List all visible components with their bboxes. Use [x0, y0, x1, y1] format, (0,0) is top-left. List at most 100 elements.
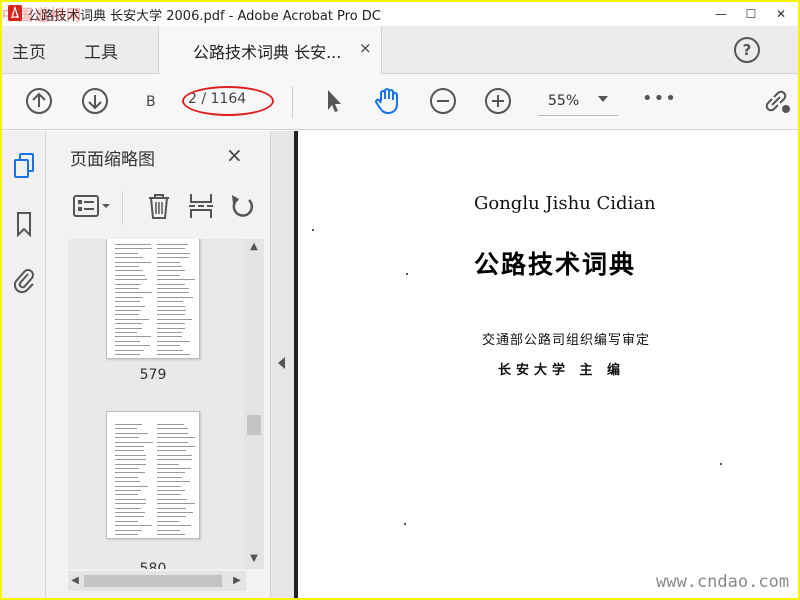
tools-tab[interactable]: 工具	[84, 38, 118, 63]
thumbnail-text-line	[157, 318, 192, 320]
thumbnail-text-line	[157, 472, 185, 474]
thumbnail-text-line	[115, 266, 140, 267]
scan-speck	[312, 229, 314, 231]
pinyin-title: Gonglu Jishu Cidian	[474, 193, 656, 214]
scroll-up-icon[interactable]: ▲	[244, 241, 264, 252]
thumbnail-text-line	[157, 288, 190, 289]
panel-title: 页面缩略图	[70, 150, 155, 170]
rotate-page-icon[interactable]	[228, 191, 258, 221]
prev-page-icon[interactable]	[24, 86, 54, 116]
editor-credit: 交通部公路司组织编写审定	[482, 333, 651, 348]
thumbnail-text-line	[157, 327, 186, 329]
thumbnail-text-line	[115, 270, 143, 272]
thumbnail-text-line	[157, 437, 195, 439]
scroll-left-icon[interactable]: ◀	[68, 575, 82, 586]
thumbnail-text-line	[115, 441, 153, 443]
maximize-button[interactable]: ☐	[736, 2, 766, 26]
page-label-prefix: B	[146, 94, 156, 110]
thumbnail-text-line	[115, 437, 140, 439]
thumbnail-text-line	[115, 279, 147, 281]
close-panel-button[interactable]: ×	[226, 143, 243, 167]
thumbnail-text-line	[157, 340, 191, 342]
thumbnail-text-line	[115, 248, 152, 250]
thumbnail-text-line	[157, 450, 186, 452]
thumbnail-options-icon[interactable]	[72, 191, 112, 221]
toolbar-divider	[292, 86, 293, 118]
document-tab-label: 公路技术词典 长安...	[193, 43, 342, 62]
thumbnail-text-line	[157, 468, 191, 469]
thumbnail-text-line	[157, 257, 189, 259]
thumbnail-text-line	[157, 296, 194, 298]
thumbnail-page[interactable]	[106, 411, 200, 539]
minimize-button[interactable]: —	[706, 2, 736, 26]
thumbnail-list[interactable]: 579 580	[68, 239, 264, 569]
hand-tool-icon[interactable]	[372, 86, 402, 116]
tab-bar: 主页 工具 公路技术词典 长安... × ?	[2, 26, 798, 74]
thumbnail-text-line	[157, 485, 181, 487]
next-page-icon[interactable]	[80, 86, 110, 116]
panel-splitter[interactable]	[270, 131, 294, 598]
chevron-down-icon[interactable]	[598, 96, 608, 102]
horizontal-scrollbar[interactable]: ◀ ▶	[68, 571, 246, 591]
pdf-page: Gonglu Jishu Cidian 公路技术词典 交通部公路司组织编写审定 …	[298, 131, 798, 598]
thumbnail-text-line	[115, 296, 144, 298]
thumbnail-text-line	[157, 446, 195, 447]
zoom-out-icon[interactable]	[428, 86, 458, 116]
thumbnail-text-line	[115, 323, 142, 325]
document-view[interactable]: Gonglu Jishu Cidian 公路技术词典 交通部公路司组织编写审定 …	[294, 131, 798, 598]
delete-page-icon[interactable]	[144, 191, 174, 221]
thumbnail-toolbar	[46, 183, 270, 233]
thumbnail-text-line	[157, 274, 180, 276]
thumbnail-text-line	[115, 274, 145, 276]
document-tab[interactable]: 公路技术词典 长安... ×	[158, 26, 382, 74]
page-thumbnails-icon[interactable]	[10, 151, 38, 181]
scan-speck	[720, 463, 722, 465]
select-arrow-icon[interactable]	[318, 86, 348, 116]
share-link-icon[interactable]	[762, 86, 792, 116]
thumbnail-text-line	[157, 270, 186, 272]
thumbnail-text-line	[157, 525, 191, 527]
thumbnail-text-line	[115, 257, 144, 259]
scrollbar-thumb[interactable]	[247, 415, 261, 435]
panel-divider	[122, 191, 123, 225]
thumbnail-text-line	[115, 336, 152, 338]
thumbnail-text-line	[157, 244, 188, 245]
toolbar: B 2 / 1164 55% •••	[2, 74, 798, 130]
thumbnail-text-line	[115, 529, 142, 531]
close-tab-button[interactable]: ×	[359, 39, 372, 57]
page-thumbnails-panel: 页面缩略图 × 579 580 ▲ ▼ ◀ ▶	[46, 131, 270, 598]
home-tab[interactable]: 主页	[12, 38, 46, 63]
extract-page-icon[interactable]	[186, 191, 216, 221]
thumbnail-text-line	[157, 503, 195, 505]
more-tools-icon[interactable]: •••	[642, 88, 677, 109]
scroll-right-icon[interactable]: ▶	[230, 575, 244, 586]
thumbnail-text-line	[115, 301, 140, 303]
thumbnail-text-line	[157, 424, 184, 425]
thumbnail-text-line	[115, 428, 138, 430]
thumbnail-text-line	[157, 310, 187, 311]
thumbnail-text-line	[115, 310, 142, 311]
thumbnail-text-line	[115, 288, 139, 289]
scroll-down-icon[interactable]: ▼	[244, 553, 264, 564]
collapse-panel-icon[interactable]	[278, 357, 285, 369]
thumbnail-page[interactable]	[106, 239, 200, 359]
thumbnail-text-line	[157, 490, 186, 491]
scan-speck	[404, 523, 406, 525]
help-icon[interactable]: ?	[734, 37, 760, 63]
thumbnail-text-line	[115, 476, 138, 478]
bookmark-icon[interactable]	[10, 209, 38, 239]
thumbnail-text-line	[115, 459, 146, 461]
attachment-icon[interactable]	[10, 265, 38, 295]
thumbnail-text-line	[157, 498, 187, 500]
thumbnail-text-line	[157, 529, 181, 531]
thumbnail-text-line	[115, 463, 147, 465]
scrollbar-thumb[interactable]	[84, 575, 222, 587]
thumbnail-text-line	[157, 507, 186, 509]
close-window-button[interactable]: ✕	[766, 2, 796, 26]
thumbnail-text-line	[115, 345, 151, 347]
vertical-scrollbar[interactable]: ▲ ▼	[244, 239, 264, 569]
zoom-in-icon[interactable]	[483, 86, 513, 116]
thumbnail-text-line	[115, 520, 139, 522]
thumbnail-text-line	[115, 244, 152, 245]
thumbnail-text-line	[157, 301, 184, 303]
